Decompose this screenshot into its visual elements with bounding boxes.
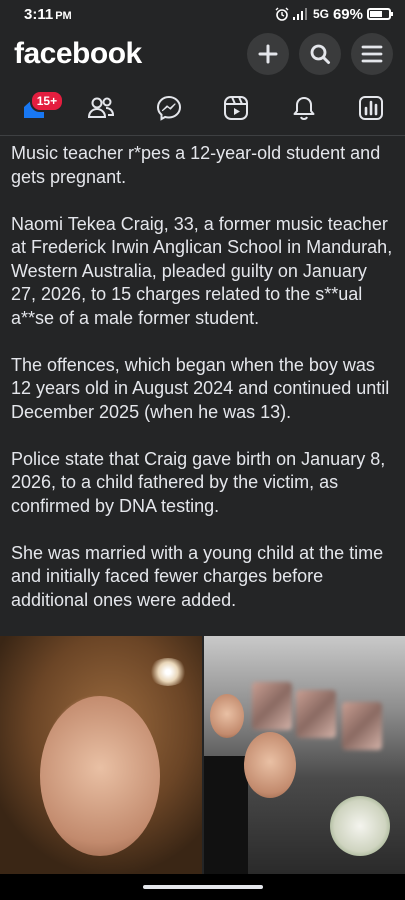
alarm-icon xyxy=(275,7,289,21)
notification-badge: 15+ xyxy=(29,89,65,112)
friends-icon xyxy=(88,97,115,118)
tab-reels[interactable] xyxy=(214,86,258,130)
app-header: facebook xyxy=(0,28,405,80)
tuxedo-graphic xyxy=(203,756,248,874)
bride-face-graphic xyxy=(243,732,296,798)
post-photo-portrait[interactable] xyxy=(0,636,202,874)
search-button[interactable] xyxy=(299,33,341,75)
blurred-face xyxy=(251,682,292,730)
face-graphic xyxy=(40,696,160,856)
battery-icon xyxy=(367,8,393,20)
create-button[interactable] xyxy=(247,33,289,75)
dashboard-icon xyxy=(359,95,384,120)
facebook-logo[interactable]: facebook xyxy=(14,37,142,71)
blurred-face xyxy=(295,690,336,738)
menu-icon xyxy=(361,45,383,63)
tab-home[interactable]: 15+ xyxy=(12,86,65,130)
post-paragraph: Music teacher r*pes a 12-year-old studen… xyxy=(11,143,381,187)
plus-icon xyxy=(258,44,278,64)
tab-friends[interactable] xyxy=(79,86,123,130)
clock-ampm: PM xyxy=(55,9,72,22)
search-icon xyxy=(310,44,330,64)
tab-dashboard[interactable] xyxy=(349,86,393,130)
network-label: 5G xyxy=(312,7,329,21)
blurred-face xyxy=(341,702,382,750)
gesture-bar xyxy=(0,874,405,900)
post-body: Music teacher r*pes a 12-year-old studen… xyxy=(11,142,395,636)
tab-bar: 15+ xyxy=(0,80,405,136)
post-paragraph: Police state that Craig gave birth on Ja… xyxy=(11,448,386,516)
notifications-icon xyxy=(293,96,315,120)
status-bar: 3:11 PM 5G 69% xyxy=(0,0,405,28)
tab-messenger[interactable] xyxy=(147,86,191,130)
post-paragraph: She was married with a young child at th… xyxy=(11,542,384,610)
messenger-icon xyxy=(156,95,181,121)
post-paragraph: The offences, which began when the boy w… xyxy=(11,354,390,422)
menu-button[interactable] xyxy=(351,33,393,75)
header-actions xyxy=(247,33,393,75)
bouquet-graphic xyxy=(329,796,390,856)
clock-time: 3:11 xyxy=(24,5,54,23)
post-photos xyxy=(0,636,405,874)
battery-percent: 69% xyxy=(332,5,363,23)
groom-face-graphic xyxy=(209,694,244,738)
reels-icon xyxy=(224,95,249,120)
post-paragraph: Naomi Tekea Craig, 33, a former music te… xyxy=(11,213,393,328)
status-icons: 5G 69% xyxy=(275,5,393,23)
clock: 3:11 PM xyxy=(24,6,72,23)
signal-icon xyxy=(292,8,307,20)
hair-accessory-graphic xyxy=(148,658,188,686)
home-indicator[interactable] xyxy=(142,885,263,889)
post-photo-wedding[interactable] xyxy=(203,636,405,874)
tab-notifications[interactable] xyxy=(282,86,326,130)
